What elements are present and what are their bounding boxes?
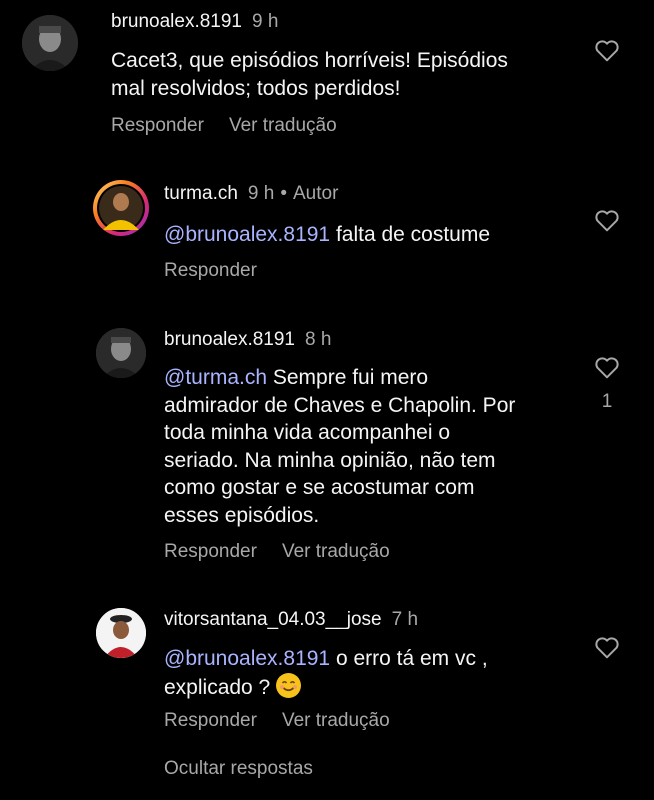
mention-link[interactable]: @turma.ch [164,366,267,389]
comment-line: explicado ? [164,675,277,699]
translate-button[interactable]: Ver tradução [229,115,337,136]
timestamp: 9 h [247,183,275,204]
reply-button[interactable]: Responder [111,115,204,136]
author-badge: Autor [293,183,339,204]
comment-meta: brunoalex.8191 9 h [111,11,278,33]
translate-button[interactable]: Ver tradução [282,541,390,562]
comment-line: Cacet3, que episódios horríveis! Episódi… [111,49,508,72]
mention-link[interactable]: @brunoalex.8191 [164,647,330,670]
reply-button[interactable]: Responder [164,710,257,731]
comment-meta: turma.ch 9 h • Autor [164,183,338,205]
comment-body: falta de costume [330,223,491,246]
translate-button[interactable]: Ver tradução [282,710,390,731]
comment-line: admirador de Chaves e Chapolin. Por [164,393,516,417]
hide-replies-button[interactable]: Ocultar respostas [164,758,313,780]
comment-line: Sempre fui mero [267,366,429,389]
username[interactable]: brunoalex.8191 [111,11,242,32]
smiling-face-emoji [276,672,302,698]
mention-link[interactable]: @brunoalex.8191 [164,223,330,246]
username[interactable]: vitorsantana_04.03__jose [164,609,382,630]
timestamp: 7 h [391,609,419,630]
comment-text: Cacet3, que episódios horríveis! Episódi… [111,47,508,102]
avatar-image [96,328,146,378]
comment-actions: Responder Ver tradução [111,115,362,137]
avatar[interactable] [22,15,78,71]
comment-text: @brunoalex.8191 o erro tá em vc , explic… [164,645,488,701]
timestamp: 9 h [252,11,279,32]
comment-line: mal resolvidos; todos perdidos! [111,76,401,100]
like-count: 1 [601,391,613,412]
timestamp: 8 h [305,329,332,350]
separator-dot: • [280,183,287,204]
comment-meta: vitorsantana_04.03__jose 7 h [164,609,418,631]
reply-button[interactable]: Responder [164,260,257,281]
comment-text: @brunoalex.8191 falta de costume [164,221,490,249]
comment-actions: Responder [164,260,282,282]
reply-button[interactable]: Responder [164,541,257,562]
heart-outline-icon[interactable] [594,635,620,659]
comment-text: @turma.ch Sempre fui mero admirador de C… [164,364,515,529]
heart-outline-icon[interactable] [594,355,620,379]
comment-line: toda minha vida acompanhei o [164,421,451,444]
avatar-image [22,15,78,71]
comment-line: seriado. Na minha opinião, não tem [164,448,496,472]
avatar-image [96,608,146,658]
avatar[interactable] [96,328,146,378]
heart-outline-icon[interactable] [594,208,620,232]
comment-actions: Responder Ver tradução [164,710,415,732]
avatar[interactable] [93,180,149,236]
avatar-image [97,184,145,232]
comment-actions: Responder Ver tradução [164,541,415,563]
username[interactable]: turma.ch [164,183,238,204]
comment-line: o erro tá em vc , [330,647,488,670]
comment-line: esses episódios. [164,503,320,527]
username[interactable]: brunoalex.8191 [164,329,295,350]
avatar[interactable] [96,608,146,658]
heart-outline-icon[interactable] [594,38,620,62]
comment-meta: brunoalex.8191 8 h [164,329,331,351]
comment-line: como gostar e se acostumar com [164,476,475,499]
